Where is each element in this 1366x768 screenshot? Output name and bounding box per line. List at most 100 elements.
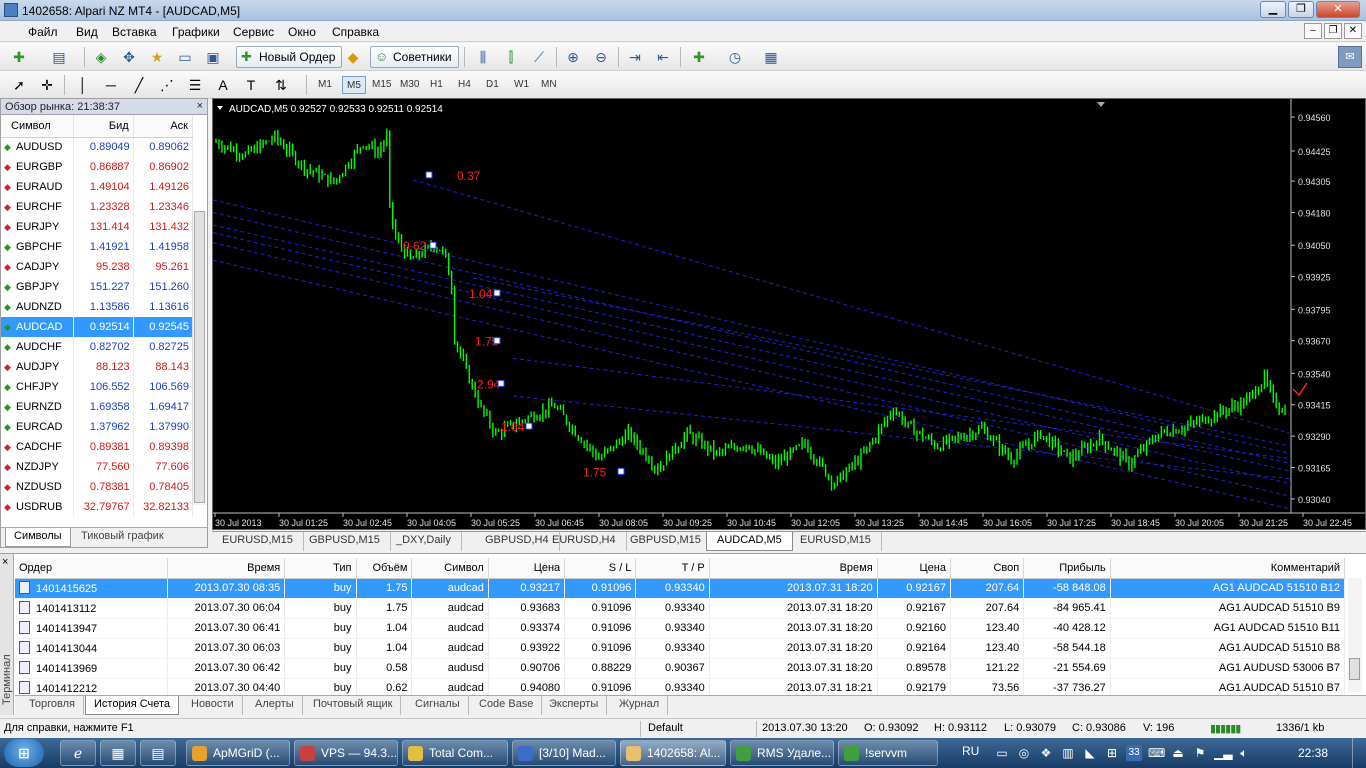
- market-watch-icon[interactable]: ◈: [90, 46, 112, 68]
- tray-monitor-icon[interactable]: ▭: [994, 745, 1010, 761]
- market-watch-row[interactable]: ◆ EURNZD 1.69358 1.69417: [1, 397, 194, 417]
- menu-file[interactable]: Файл: [28, 25, 58, 39]
- tray-flag-icon[interactable]: ⚑: [1192, 745, 1208, 761]
- col-header[interactable]: Символ: [411, 558, 489, 579]
- col-header[interactable]: Цена: [877, 558, 951, 579]
- profiles-icon[interactable]: ▤: [48, 46, 70, 68]
- status-profile[interactable]: Default: [648, 722, 683, 734]
- market-watch-row[interactable]: ◆ EURAUD 1.49104 1.49126: [1, 177, 194, 197]
- market-watch-row[interactable]: ◆ USDRUB 32.79767 32.82133: [1, 497, 194, 517]
- tray-network-icon[interactable]: ◎: [1016, 745, 1032, 761]
- col-header[interactable]: Ордер: [15, 558, 169, 579]
- chart-shift-icon[interactable]: ⇤: [652, 46, 674, 68]
- terminal-tab[interactable]: Журнал: [611, 696, 669, 715]
- navigator-icon[interactable]: ✥: [118, 46, 140, 68]
- menu-window[interactable]: Окно: [288, 25, 316, 39]
- terminal-tab[interactable]: Торговля: [21, 696, 84, 715]
- market-watch-row[interactable]: ◆ AUDNZD 1.13586 1.13616: [1, 297, 194, 317]
- mdi-minimize-button[interactable]: ‒: [1304, 23, 1322, 39]
- market-watch-row[interactable]: ◆ NZDUSD 0.78381 0.78405: [1, 477, 194, 497]
- tf-m15[interactable]: M15: [368, 76, 395, 94]
- market-watch-row[interactable]: ◆ CADJPY 95.238 95.261: [1, 257, 194, 277]
- market-watch-close-icon[interactable]: ×: [197, 100, 203, 112]
- terminal-icon[interactable]: ▭: [174, 46, 196, 68]
- market-watch-row[interactable]: ◆ CADCHF 0.89381 0.89398: [1, 437, 194, 457]
- terminal-tab[interactable]: История Счета: [85, 696, 180, 715]
- show-desktop-button[interactable]: [1352, 738, 1366, 768]
- favorites-icon[interactable]: ★: [146, 46, 168, 68]
- tab-symbols[interactable]: Символы: [5, 528, 71, 547]
- market-watch-scrollbar[interactable]: [192, 211, 206, 505]
- col-symbol[interactable]: Символ: [1, 115, 75, 138]
- tf-mn[interactable]: MN: [537, 76, 561, 94]
- zoom-in-icon[interactable]: ⊕: [562, 46, 584, 68]
- chart-tab[interactable]: AUDCAD,M5: [706, 532, 793, 551]
- metaeditor-icon[interactable]: ◆: [342, 46, 364, 68]
- taskbar-item[interactable]: RMS Удале...: [730, 740, 834, 766]
- tf-m5[interactable]: M5: [342, 76, 366, 94]
- terminal-tab[interactable]: Сигналы: [407, 696, 469, 715]
- table-row[interactable]: 1401413112 2013.07.30 06:04 buy 1.75 audcad 0…: [15, 598, 1346, 619]
- col-header[interactable]: Объём: [356, 558, 413, 579]
- new-chart-icon[interactable]: ✚: [8, 46, 30, 68]
- ie-pinned-icon[interactable]: ℯ: [60, 740, 96, 766]
- tf-h4[interactable]: H4: [454, 76, 475, 94]
- candlestick-icon[interactable]: ⫿: [500, 46, 522, 68]
- tf-d1[interactable]: D1: [482, 76, 503, 94]
- market-watch-row[interactable]: ◆ EURCAD 1.37962 1.37990: [1, 417, 194, 437]
- tray-keyboard-icon[interactable]: ⌨: [1148, 745, 1165, 761]
- language-indicator[interactable]: RU: [962, 744, 979, 758]
- menu-view[interactable]: Вид: [76, 25, 98, 39]
- start-button[interactable]: ⊞: [4, 739, 44, 767]
- explorer-pinned-icon[interactable]: ▤: [140, 740, 176, 766]
- tray-usb-icon[interactable]: ⏏: [1170, 745, 1186, 761]
- table-row[interactable]: 1401415625 2013.07.30 08:35 buy 1.75 audcad 0…: [15, 578, 1346, 599]
- col-bid[interactable]: Бид: [73, 115, 134, 138]
- chart-tab[interactable]: EURUSD,H4: [542, 532, 627, 551]
- market-watch-row[interactable]: ◆ AUDCHF 0.82702 0.82725: [1, 337, 194, 357]
- chart-canvas[interactable]: AUDCAD,M5 0.92527 0.92533 0.92511 0.9251…: [212, 99, 1365, 529]
- menu-insert[interactable]: Вставка: [112, 25, 157, 39]
- col-header[interactable]: Время: [709, 558, 878, 579]
- tray-app-icon[interactable]: ▥: [1060, 745, 1076, 761]
- menu-charts[interactable]: Графики: [172, 25, 220, 39]
- tray-volume-icon[interactable]: 🔈︎: [1236, 745, 1252, 761]
- col-header[interactable]: Комментарий: [1110, 558, 1346, 579]
- zoom-out-icon[interactable]: ⊖: [590, 46, 612, 68]
- close-button[interactable]: ✕: [1316, 1, 1360, 18]
- chart-tab[interactable]: _DXY,Daily: [386, 532, 462, 551]
- col-header[interactable]: T / P: [635, 558, 710, 579]
- mdi-restore-button[interactable]: ❐: [1324, 23, 1342, 39]
- tray-grid-icon[interactable]: ⊞: [1104, 745, 1120, 761]
- terminal-tab[interactable]: Почтовый ящик: [305, 696, 402, 715]
- market-watch-row[interactable]: ◆ GBPJPY 151.227 151.260: [1, 277, 194, 297]
- new-order-button[interactable]: ✚ Новый Ордер: [236, 46, 343, 68]
- trendline-icon[interactable]: ╱: [128, 74, 150, 96]
- experts-button[interactable]: ☺ Советники: [370, 46, 459, 68]
- line-chart-icon[interactable]: ⟋: [528, 46, 550, 68]
- tray-nvidia-icon[interactable]: ◣: [1082, 745, 1098, 761]
- taskbar-item[interactable]: VPS — 94.3...: [294, 740, 398, 766]
- maximize-button[interactable]: ❐: [1288, 1, 1314, 18]
- taskbar-item[interactable]: 1402658: Al...: [620, 740, 726, 766]
- terminal-tab[interactable]: Эксперты: [541, 696, 608, 715]
- arrows-icon[interactable]: ⇅: [270, 74, 292, 96]
- menu-help[interactable]: Справка: [332, 25, 379, 39]
- col-header[interactable]: S / L: [564, 558, 637, 579]
- terminal-tab[interactable]: Code Base: [471, 696, 543, 715]
- market-watch-row[interactable]: ◆ EURJPY 131.414 131.432: [1, 217, 194, 237]
- indicators-icon[interactable]: ✚: [688, 46, 710, 68]
- market-watch-row[interactable]: ◆ CHFJPY 106.552 106.569: [1, 377, 194, 397]
- periods-icon[interactable]: ◷: [724, 46, 746, 68]
- table-row[interactable]: 1401413044 2013.07.30 06:03 buy 1.04 audcad 0…: [15, 638, 1346, 659]
- market-watch-row[interactable]: ◆ EURGBP 0.86887 0.86902: [1, 157, 194, 177]
- chat-icon[interactable]: ✉: [1338, 46, 1362, 68]
- table-row[interactable]: 1401413947 2013.07.30 06:41 buy 1.04 audcad 0…: [15, 618, 1346, 639]
- col-header[interactable]: Своп: [950, 558, 1025, 579]
- taskbar-item[interactable]: Total Com...: [402, 740, 508, 766]
- table-row[interactable]: 1401413969 2013.07.30 06:42 buy 0.58 audusd 0…: [15, 658, 1346, 679]
- templates-icon[interactable]: ▦: [760, 46, 782, 68]
- col-header[interactable]: Прибыль: [1023, 558, 1111, 579]
- calculator-pinned-icon[interactable]: ▦: [100, 740, 136, 766]
- col-header[interactable]: Время: [167, 558, 286, 579]
